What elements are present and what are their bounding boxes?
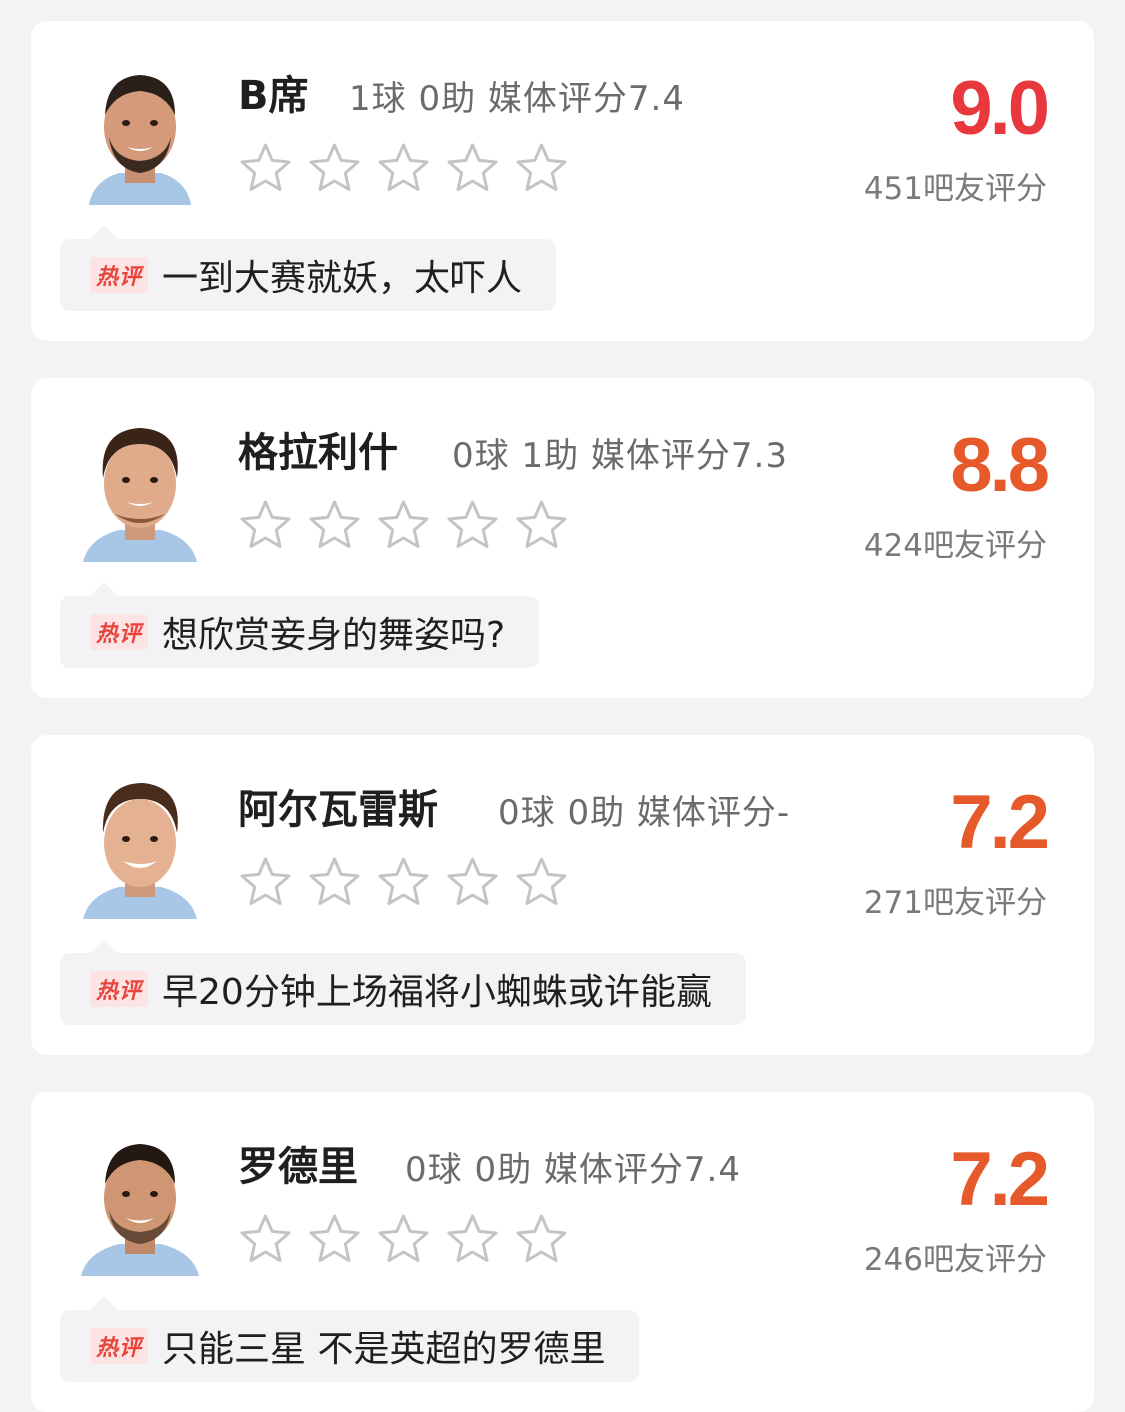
player-name: B席: [238, 73, 309, 119]
fan-score: 7.2: [950, 1137, 1050, 1222]
star-outline-icon[interactable]: [514, 855, 569, 910]
star-outline-icon[interactable]: [445, 141, 500, 196]
star-outline-icon[interactable]: [514, 498, 569, 553]
star-outline-icon[interactable]: [445, 855, 500, 910]
star-outline-icon[interactable]: [307, 1212, 362, 1267]
star-outline-icon[interactable]: [238, 1212, 293, 1267]
star-outline-icon[interactable]: [376, 1212, 431, 1267]
hot-comment[interactable]: 热评 只能三星 不是英超的罗德里: [60, 1296, 640, 1382]
player-name: 罗德里: [238, 1144, 358, 1190]
player-avatar-icon: [89, 75, 191, 205]
player-name: 格拉利什: [238, 430, 398, 476]
hot-comment-tag: 热评: [90, 971, 149, 1007]
rating-stars[interactable]: [238, 141, 569, 197]
fan-score: 9.0: [950, 66, 1050, 151]
star-outline-icon[interactable]: [238, 498, 293, 553]
hot-comment-text: 早20分钟上场福将小蜘蛛或许能赢: [162, 972, 712, 1013]
hot-comment-tag: 热评: [90, 614, 149, 650]
hot-comment[interactable]: 热评 早20分钟上场福将小蜘蛛或许能赢: [60, 939, 746, 1025]
rating-count: 271吧友评分: [863, 885, 1047, 921]
rating-stars[interactable]: [238, 1212, 569, 1268]
star-outline-icon[interactable]: [376, 855, 431, 910]
player-stats: 1球 0助 媒体评分7.4: [349, 79, 685, 119]
player-avatar-icon: [83, 783, 197, 919]
star-outline-icon[interactable]: [445, 498, 500, 553]
player-card[interactable]: 罗德里 0球 0助 媒体评分7.4 7.2 246吧友评分 热评 只能三星 不是…: [31, 1092, 1094, 1412]
hot-comment-text: 想欣赏妾身的舞姿吗?: [162, 615, 506, 656]
rating-count: 424吧友评分: [863, 528, 1047, 564]
hot-comment-text: 只能三星 不是英超的罗德里: [162, 1329, 606, 1370]
rating-stars[interactable]: [238, 855, 569, 911]
star-outline-icon[interactable]: [514, 1212, 569, 1267]
hot-comment[interactable]: 热评 一到大赛就妖，太吓人: [60, 225, 557, 311]
star-outline-icon[interactable]: [307, 498, 362, 553]
hot-comment-tag: 热评: [90, 257, 149, 293]
player-card[interactable]: 格拉利什 0球 1助 媒体评分7.3 8.8 424吧友评分 热评 想欣赏妾身的…: [31, 378, 1094, 698]
player-stats: 0球 0助 媒体评分-: [498, 793, 791, 833]
star-outline-icon[interactable]: [238, 855, 293, 910]
hot-comment-text: 一到大赛就妖，太吓人: [162, 258, 523, 299]
star-outline-icon[interactable]: [376, 141, 431, 196]
star-outline-icon[interactable]: [376, 498, 431, 553]
rating-count: 451吧友评分: [863, 171, 1047, 207]
player-stats: 0球 0助 媒体评分7.4: [405, 1150, 741, 1190]
star-outline-icon[interactable]: [307, 855, 362, 910]
hot-comment[interactable]: 热评 想欣赏妾身的舞姿吗?: [60, 582, 540, 668]
player-avatar-icon: [83, 428, 197, 562]
fan-score: 8.8: [950, 423, 1050, 508]
player-stats: 0球 1助 媒体评分7.3: [452, 436, 788, 476]
rating-stars[interactable]: [238, 498, 569, 554]
rating-count: 246吧友评分: [863, 1242, 1047, 1278]
player-card[interactable]: 阿尔瓦雷斯 0球 0助 媒体评分- 7.2 271吧友评分 热评 早20分钟上场…: [31, 735, 1094, 1055]
player-avatar-icon: [81, 1144, 199, 1276]
star-outline-icon[interactable]: [238, 141, 293, 196]
star-outline-icon[interactable]: [307, 141, 362, 196]
fan-score: 7.2: [950, 780, 1050, 865]
player-card[interactable]: B席 1球 0助 媒体评分7.4 9.0 451吧友评分 热评 一到大赛就妖，太…: [31, 21, 1094, 341]
star-outline-icon[interactable]: [445, 1212, 500, 1267]
star-outline-icon[interactable]: [514, 141, 569, 196]
player-name: 阿尔瓦雷斯: [238, 787, 438, 833]
hot-comment-tag: 热评: [90, 1328, 149, 1364]
